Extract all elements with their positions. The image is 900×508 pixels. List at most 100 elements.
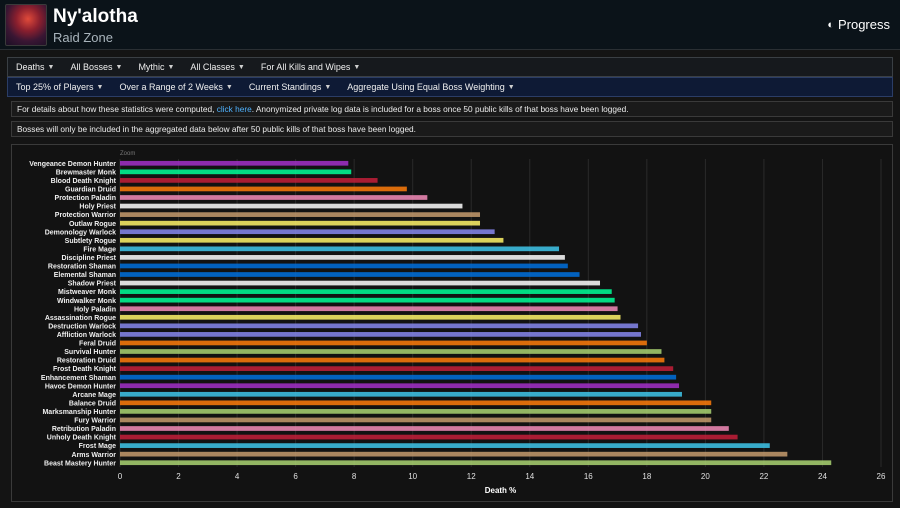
filter-label: Current Standings	[248, 82, 322, 92]
bar	[120, 332, 641, 337]
bar	[120, 314, 621, 320]
filter-kills[interactable]: For All Kills and Wipes ▼	[253, 62, 368, 72]
category-label: Blood Death Knight	[51, 178, 117, 185]
bar	[120, 349, 662, 354]
category-label: Arcane Mage	[72, 392, 116, 399]
caret-down-icon: ▼	[115, 63, 123, 71]
caret-down-icon: ▼	[353, 63, 361, 71]
bar	[120, 255, 565, 260]
x-tick-label: 16	[584, 472, 593, 481]
x-tick-label: 8	[352, 472, 357, 481]
filter-label: Over a Range of 2 Weeks	[119, 82, 223, 92]
bar	[120, 409, 712, 414]
category-label: Enhancement Shaman	[41, 375, 116, 382]
zone-image	[5, 4, 47, 46]
filter-class[interactable]: All Classes ▼	[182, 62, 252, 72]
x-tick-label: 2	[176, 472, 181, 481]
category-label: Holy Paladin	[74, 306, 116, 313]
aggregation-notice: Bosses will only be included in the aggr…	[11, 121, 893, 137]
category-label: Unholy Death Knight	[47, 435, 117, 442]
filter-percentile[interactable]: Top 25% of Players ▼	[8, 82, 111, 92]
category-label: Discipline Priest	[62, 255, 117, 262]
filter-label: Top 25% of Players	[16, 82, 94, 92]
filter-range[interactable]: Over a Range of 2 Weeks ▼	[111, 82, 240, 92]
bar	[120, 400, 712, 406]
notice-text: . Anonymized private log data is include…	[251, 104, 629, 114]
zoom-label: Zoom	[120, 151, 135, 157]
filter-bar-primary: Deaths ▼ All Bosses ▼ Mythic ▼ All Classes ▼…	[7, 57, 893, 77]
category-label: Frost Death Knight	[53, 366, 117, 373]
bar	[120, 297, 615, 303]
category-label: Protection Warrior	[55, 212, 116, 219]
x-tick-label: 6	[293, 472, 298, 481]
filter-boss[interactable]: All Bosses ▼	[62, 62, 130, 72]
category-label: Elemental Shaman	[54, 272, 116, 279]
category-label: Retribution Paladin	[52, 426, 116, 433]
zone-title: Ny'alotha	[53, 6, 138, 27]
details-link[interactable]: click here	[217, 104, 252, 114]
caret-down-icon: ▼	[324, 83, 332, 91]
category-label: Fury Warrior	[74, 418, 116, 425]
filter-label: For All Kills and Wipes	[260, 62, 351, 72]
x-tick-label: 12	[467, 472, 476, 481]
caret-down-icon: ▼	[225, 83, 233, 91]
bar	[120, 417, 712, 423]
bar	[120, 263, 568, 269]
x-tick-label: 26	[877, 472, 886, 481]
globe-icon: ◐	[827, 18, 834, 31]
category-label: Mistweaver Monk	[58, 289, 116, 296]
category-label: Demonology Warlock	[45, 229, 116, 236]
category-label: Brewmaster Monk	[56, 169, 116, 176]
filter-standings[interactable]: Current Standings ▼	[241, 82, 339, 92]
bar	[120, 434, 738, 440]
bar	[120, 169, 352, 175]
caret-down-icon: ▼	[237, 63, 245, 71]
bar	[120, 289, 612, 294]
bar	[120, 280, 601, 286]
bar	[120, 178, 378, 183]
bar	[120, 323, 639, 329]
category-label: Restoration Shaman	[48, 264, 116, 271]
category-label: Holy Priest	[79, 204, 116, 211]
bar	[120, 383, 680, 389]
caret-down-icon: ▼	[47, 63, 55, 71]
filter-label: Mythic	[138, 62, 165, 72]
progress-label: Progress	[837, 17, 890, 32]
caret-down-icon: ▼	[167, 63, 175, 71]
zone-subtitle: Raid Zone	[53, 30, 113, 45]
x-tick-label: 4	[235, 472, 240, 481]
filter-label: All Bosses	[70, 62, 113, 72]
bar	[120, 160, 349, 166]
bar	[120, 237, 504, 243]
app-root: Ny'alotha Raid Zone ◐ Progress Deaths ▼ A…	[0, 0, 900, 508]
death-percent-chart: 0 2 4 6 8 10 12 14 16 18 20 22 24 26ZoomVengeance Dem…	[29, 151, 886, 495]
category-label: Protection Paladin	[55, 195, 116, 202]
bar	[120, 272, 580, 277]
bar	[120, 186, 407, 192]
bar	[120, 195, 428, 200]
x-tick-label: 14	[525, 472, 534, 481]
progress-link[interactable]: ◐ Progress	[827, 17, 890, 32]
category-label: Affliction Warlock	[57, 332, 116, 339]
x-tick-label: 20	[701, 472, 710, 481]
filter-metric[interactable]: Deaths ▼	[8, 62, 62, 72]
stats-notice: For details about how these statistics w…	[11, 101, 893, 117]
bar	[120, 203, 463, 209]
bar	[120, 220, 481, 226]
filter-aggregate[interactable]: Aggregate Using Equal Boss Weighting ▼	[339, 82, 522, 92]
category-label: Assassination Rogue	[45, 315, 116, 322]
bar	[120, 212, 481, 217]
bar	[120, 443, 770, 448]
category-label: Fire Mage	[83, 246, 116, 253]
category-label: Survival Hunter	[64, 349, 116, 356]
bar	[120, 460, 832, 466]
filter-difficulty[interactable]: Mythic ▼	[130, 62, 182, 72]
category-label: Shadow Priest	[68, 281, 117, 288]
bar	[120, 229, 495, 235]
x-axis-label: Death %	[485, 486, 517, 495]
filter-bar-secondary: Top 25% of Players ▼ Over a Range of 2 We…	[7, 77, 893, 97]
category-label: Frost Mage	[79, 443, 116, 450]
caret-down-icon: ▼	[96, 83, 104, 91]
category-label: Arms Warrior	[72, 452, 117, 459]
zone-header: Ny'alotha Raid Zone ◐ Progress	[0, 0, 900, 50]
